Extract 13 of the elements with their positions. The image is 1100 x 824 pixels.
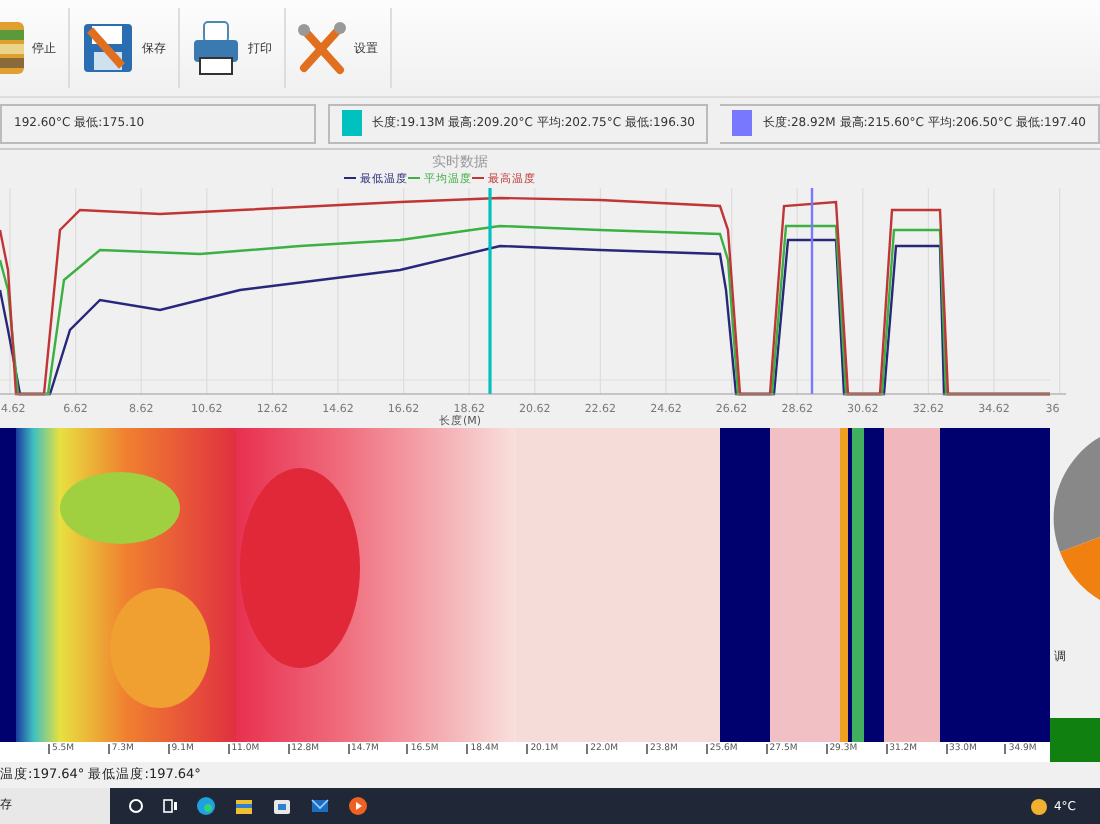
stack-icon	[0, 18, 24, 79]
store-icon[interactable]	[272, 796, 292, 816]
mail-icon[interactable]	[310, 796, 330, 816]
weather-icon[interactable]	[1029, 797, 1048, 815]
status-indicator	[1050, 718, 1100, 762]
printer-icon	[192, 18, 240, 79]
tools-icon	[298, 18, 346, 79]
cursor-line[interactable]	[810, 188, 814, 394]
circle-icon[interactable]	[128, 798, 144, 814]
task-view-icon[interactable]	[162, 798, 178, 814]
play-icon[interactable]	[348, 796, 368, 816]
folder-icon[interactable]	[234, 796, 254, 816]
browser-icon[interactable]	[196, 796, 216, 816]
